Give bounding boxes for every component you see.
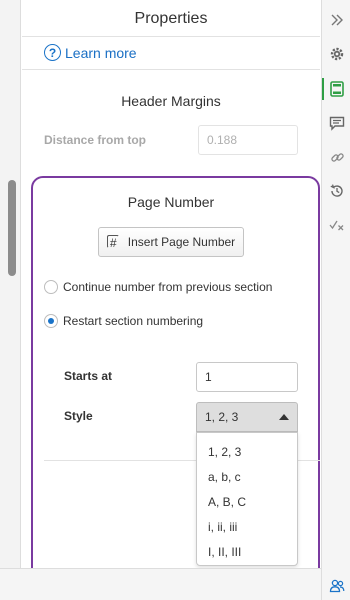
style-selected-value: 1, 2, 3 — [205, 410, 239, 424]
checkmark-x-icon[interactable] — [326, 214, 348, 236]
style-dropdown-list: 1, 2, 3 a, b, c A, B, C i, ii, iii I, II… — [196, 432, 298, 566]
learn-more-divider — [22, 69, 320, 70]
history-icon[interactable] — [326, 180, 348, 202]
header-footer-icon[interactable] — [326, 78, 348, 100]
link-icon[interactable] — [326, 146, 348, 168]
active-tab-indicator — [322, 78, 324, 100]
style-option[interactable]: i, ii, iii — [197, 514, 297, 539]
double-chevron-right-icon[interactable] — [326, 9, 348, 31]
style-select[interactable]: 1, 2, 3 — [196, 402, 298, 432]
learn-more-link[interactable]: ? Learn more — [44, 44, 137, 61]
insert-page-number-label: Insert Page Number — [127, 235, 236, 249]
left-scroll-gutter — [0, 0, 21, 568]
scrollbar-thumb[interactable] — [8, 180, 16, 276]
gear-icon[interactable] — [326, 43, 348, 65]
bottom-status-bar — [0, 568, 321, 600]
comment-icon[interactable] — [326, 112, 348, 134]
help-circle-icon: ? — [44, 44, 61, 61]
continue-numbering-radio[interactable] — [44, 280, 58, 294]
continue-numbering-option[interactable]: Continue number from previous section — [44, 280, 272, 294]
style-label: Style — [64, 409, 93, 423]
header-margins-heading: Header Margins — [121, 93, 221, 109]
style-option[interactable]: 1, 2, 3 — [197, 439, 297, 464]
continue-numbering-label: Continue number from previous section — [63, 280, 273, 294]
properties-panel: Properties ? Learn more Header Margins D… — [22, 0, 320, 586]
right-icon-rail — [321, 0, 350, 600]
caret-up-icon — [279, 414, 289, 420]
restart-numbering-option[interactable]: Restart section numbering — [44, 314, 203, 328]
style-option[interactable]: a, b, c — [197, 464, 297, 489]
restart-numbering-label: Restart section numbering — [63, 314, 204, 328]
learn-more-label[interactable]: Learn more — [65, 45, 137, 61]
page-number-heading: Page Number — [127, 194, 215, 210]
title-divider — [22, 36, 320, 37]
insert-page-number-button[interactable]: # Insert Page Number — [98, 227, 244, 257]
starts-at-label: Starts at — [64, 369, 113, 383]
starts-at-input[interactable]: 1 — [196, 362, 298, 392]
panel-title: Properties — [134, 10, 208, 27]
page-number-hash-icon: # — [106, 234, 122, 250]
distance-from-top-label: Distance from top — [44, 133, 147, 147]
people-icon[interactable] — [326, 575, 348, 597]
restart-numbering-radio[interactable] — [44, 314, 58, 328]
style-option[interactable]: A, B, C — [197, 489, 297, 514]
distance-from-top-input[interactable]: 0.188 — [198, 125, 298, 155]
style-option[interactable]: I, II, III — [197, 539, 297, 564]
